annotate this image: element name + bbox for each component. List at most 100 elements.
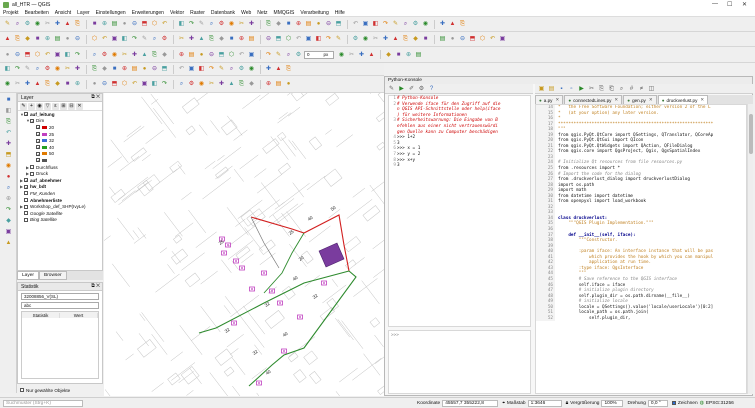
open-script-icon[interactable]: ▣ [537, 84, 546, 93]
layer-tree-item[interactable]: ✓ [18, 157, 102, 164]
toolbar-tool-icon[interactable]: ◧ [63, 50, 72, 59]
save-icon[interactable]: ▪ [557, 84, 566, 93]
toolbar-tool-icon[interactable]: ⬒ [334, 20, 343, 29]
toolbar-tool-icon[interactable]: ◆ [411, 35, 420, 44]
layer-visibility-checkbox[interactable]: ✓ [36, 151, 40, 156]
toolbar-tool-icon[interactable]: ⊖ [100, 80, 109, 89]
layer-tree-item[interactable]: ✓ 40 [18, 144, 102, 151]
toolbar-tool-icon[interactable]: ▤ [414, 50, 423, 59]
toolbar-tool-icon[interactable]: ◆ [100, 65, 109, 74]
toolbar-tool-icon[interactable]: ✂ [13, 80, 22, 89]
paste-icon[interactable]: ⎗ [607, 84, 616, 93]
toolbar-tool-icon[interactable]: ✚ [247, 20, 256, 29]
rotation-field[interactable]: 0,0 ° [647, 399, 668, 407]
cut-icon[interactable]: ✂ [587, 84, 596, 93]
toolbar-tool-icon[interactable]: ⊕ [177, 50, 186, 59]
magnifier-field[interactable]: 100% [601, 399, 624, 407]
toolbar-tool-icon[interactable]: ⎘ [207, 35, 216, 44]
toolbar-tool-icon[interactable]: ⎘ [458, 20, 467, 29]
add-layer-icon[interactable]: ⬒ [4, 150, 13, 159]
toolbar-tool-icon[interactable]: ⊕ [73, 80, 82, 89]
toolbar-tool-icon[interactable]: ◆ [23, 35, 32, 44]
toolbar-tool-icon[interactable]: ⚙ [294, 50, 303, 59]
toolbar-tool-icon[interactable]: ⚙ [160, 35, 169, 44]
selection-only-checkbox[interactable] [20, 388, 24, 392]
remove-layer-icon[interactable]: ✕ [76, 102, 83, 110]
layer-visibility-checkbox[interactable]: ✓ [36, 132, 40, 137]
toolbar-tool-icon[interactable]: ⚙ [23, 20, 32, 29]
scrollbar-thumb[interactable] [749, 114, 753, 154]
toolbar-tool-icon[interactable]: ⌕ [284, 50, 293, 59]
toolbar-tool-icon[interactable]: ✂ [371, 35, 380, 44]
copy-icon[interactable]: ⎘ [597, 84, 606, 93]
toolbar-tool-icon[interactable]: ◆ [274, 20, 283, 29]
toolbar-tool-icon[interactable]: ● [284, 80, 293, 89]
toolbar-tool-icon[interactable]: ⊕ [120, 65, 129, 74]
toolbar-tool-icon[interactable]: ✎ [197, 20, 206, 29]
toolbar-tool-icon[interactable]: ⌕ [401, 20, 410, 29]
layer-visibility-checkbox[interactable] [30, 165, 34, 170]
toolbar-tool-icon[interactable]: ◉ [227, 20, 236, 29]
toolbar-tool-icon[interactable]: ⚙ [217, 20, 226, 29]
toolbar-tool-icon[interactable]: ✚ [264, 65, 273, 74]
toolbar-tool-icon[interactable]: ↶ [43, 50, 52, 59]
save-as-icon[interactable]: ▫ [567, 84, 576, 93]
toolbar-tool-icon[interactable]: ✂ [120, 50, 129, 59]
toolbar-tool-icon[interactable]: ↶ [100, 35, 109, 44]
toolbar-tool-icon[interactable]: ■ [90, 20, 99, 29]
toolbar-tool-icon[interactable]: ▲ [197, 35, 206, 44]
toolbar-tool-icon[interactable]: ■ [33, 35, 42, 44]
crs-label[interactable]: EPSG:31256 [706, 401, 734, 406]
column-header-wert[interactable]: Wert [60, 312, 98, 318]
toolbar-tool-icon[interactable]: ▲ [140, 50, 149, 59]
toolbar-tool-icon[interactable]: ◉ [3, 80, 12, 89]
close-tab-icon[interactable]: ✕ [649, 97, 653, 103]
layer-tree-item[interactable]: ✓ 25 [18, 131, 102, 138]
map-canvas[interactable]: 40 50 20 25 32 32 40 32 32 40 40 25 [104, 93, 384, 396]
toolbar-tool-icon[interactable]: ▣ [498, 35, 507, 44]
toolbar-tool-icon[interactable]: ▤ [438, 35, 447, 44]
toolbar-tool-icon[interactable]: ✎ [391, 20, 400, 29]
coordinate-field[interactable]: 45557,7 355222,8 [442, 399, 499, 407]
toolbar-tool-icon[interactable]: ⬒ [110, 80, 119, 89]
add-layer-icon[interactable]: ↷ [4, 205, 13, 214]
toolbar-tool-icon[interactable]: ◉ [197, 80, 206, 89]
layer-visibility-checkbox[interactable]: ✓ [24, 184, 28, 189]
toolbar-tool-icon[interactable]: ◉ [337, 50, 346, 59]
clear-console-icon[interactable]: ✎ [387, 84, 396, 93]
add-layer-icon[interactable]: ⎘ [4, 117, 13, 126]
toolbar-tool-icon[interactable]: ◧ [314, 35, 323, 44]
toolbar-tool-icon[interactable]: ⎘ [43, 80, 52, 89]
toolbar-tool-icon[interactable]: ▲ [448, 20, 457, 29]
toolbar-tool-icon[interactable]: ● [314, 20, 323, 29]
layer-tree-item[interactable]: ▶ ✓ auf_abnehmer [18, 177, 102, 184]
toolbar-tool-icon[interactable]: ↷ [264, 50, 273, 59]
toolbar-tool-icon[interactable]: ⎘ [237, 80, 246, 89]
toolbar-tool-icon[interactable]: ● [120, 20, 129, 29]
toolbar-tool-icon[interactable]: ▲ [3, 35, 12, 44]
toolbar-tool-icon[interactable]: ⬒ [160, 65, 169, 74]
toolbar-tool-icon[interactable]: ● [63, 35, 72, 44]
code-editor[interactable]: 14 * the Free Software Foundation; either… [535, 104, 747, 394]
toolbar-tool-icon[interactable]: ◉ [110, 50, 119, 59]
toolbar-tool-icon[interactable]: ⊕ [264, 80, 273, 89]
toolbar-tool-icon[interactable]: ◧ [197, 65, 206, 74]
toolbar-tool-icon[interactable]: ▤ [187, 50, 196, 59]
toolbar-tool-icon[interactable]: ▤ [110, 20, 119, 29]
object-inspector-icon[interactable]: ◫ [647, 84, 656, 93]
comment-icon[interactable]: # [627, 84, 636, 93]
uncomment-icon[interactable]: ≠ [637, 84, 646, 93]
toolbar-tool-icon[interactable]: ✎ [334, 35, 343, 44]
toolbar-tool-icon[interactable]: ⌕ [227, 65, 236, 74]
add-layer-icon[interactable]: ■ [4, 95, 13, 104]
toolbar-tool-icon[interactable]: ↶ [237, 50, 246, 59]
toolbar-tool-icon[interactable]: ◧ [177, 20, 186, 29]
toolbar-tool-icon[interactable]: ⚙ [351, 35, 360, 44]
layer-tree-item[interactable]: Google Satellite [18, 210, 102, 217]
layer-tree-item[interactable]: Abnehmerliste [18, 197, 102, 204]
toolbar-tool-icon[interactable]: ↷ [187, 20, 196, 29]
toolbar-tool-icon[interactable]: ✂ [43, 20, 52, 29]
toolbar-tool-icon[interactable]: ⊖ [207, 50, 216, 59]
minimize-button[interactable]: — [712, 1, 718, 7]
toolbar-tool-icon[interactable]: ↷ [13, 65, 22, 74]
